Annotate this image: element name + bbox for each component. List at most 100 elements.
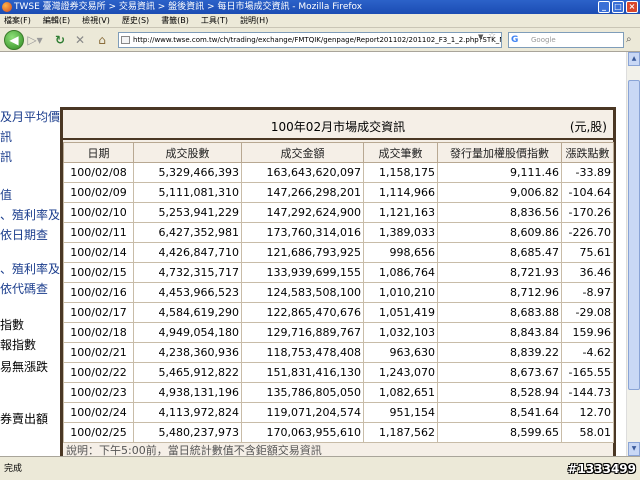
window-title-bar: TWSE 臺灣證券交易所 > 交易資訊 > 盤後資訊 > 每日市場成交資訊 - … xyxy=(0,0,640,14)
bookmark-star-icon[interactable]: ☆ xyxy=(488,31,496,41)
maximize-button[interactable]: □ xyxy=(612,1,624,13)
table-cell: 133,939,699,155 xyxy=(241,262,364,283)
table-cell: -4.62 xyxy=(561,342,614,363)
table-cell: 9,111.46 xyxy=(437,162,562,183)
table-row: 100/02/22 5,465,912,822 151,831,416,130 1,2… xyxy=(63,362,614,383)
status-bar: 完成 xyxy=(0,456,640,480)
page-favicon-icon xyxy=(121,36,130,44)
table-cell: -33.89 xyxy=(561,162,614,183)
search-icon[interactable]: ⌕ xyxy=(626,34,632,45)
table-cell: 159.96 xyxy=(561,322,614,343)
scrollbar-thumb[interactable] xyxy=(628,80,640,390)
table-cell: 118,753,478,408 xyxy=(241,342,364,363)
table-cell: 100/02/17 xyxy=(63,302,134,323)
stop-icon[interactable]: ✕ xyxy=(72,31,88,49)
sidebar-link[interactable]: 、殖利率及 xyxy=(0,206,60,223)
table-cell: 1,389,033 xyxy=(363,222,438,243)
table-cell: 75.61 xyxy=(561,242,614,263)
sidebar-link[interactable]: 報指數 xyxy=(0,336,36,353)
table-row: 100/02/16 4,453,966,523 124,583,508,100 1,0… xyxy=(63,282,614,303)
sidebar-link[interactable]: 訊 xyxy=(0,148,12,165)
sidebar-link[interactable]: 值 xyxy=(0,186,12,203)
reload-icon[interactable]: ↻ xyxy=(52,31,68,49)
table-cell: 100/02/24 xyxy=(63,402,134,423)
sidebar-link[interactable]: 依日期查 xyxy=(0,226,48,243)
url-input[interactable]: http://www.twse.com.tw/ch/trading/exchan… xyxy=(118,32,502,48)
table-cell: 170,063,955,610 xyxy=(241,422,364,443)
sidebar-link[interactable]: 依代碼查 xyxy=(0,280,48,297)
table-row: 100/02/11 6,427,352,981 173,760,314,016 1,3… xyxy=(63,222,614,243)
table-cell: 4,113,972,824 xyxy=(133,402,242,423)
table-cell: -226.70 xyxy=(561,222,614,243)
table-cell: 8,843.84 xyxy=(437,322,562,343)
table-cell: 8,839.22 xyxy=(437,342,562,363)
sidebar-link[interactable]: 、殖利率及 xyxy=(0,260,60,277)
table-cell: 135,786,805,050 xyxy=(241,382,364,403)
table-cell: 1,082,651 xyxy=(363,382,438,403)
table-cell: 8,609.86 xyxy=(437,222,562,243)
menu-file[interactable]: 檔案(F) xyxy=(4,14,31,27)
table-cell: 151,831,416,130 xyxy=(241,362,364,383)
table-cell: 951,154 xyxy=(363,402,438,423)
table-cell: 5,111,081,310 xyxy=(133,182,242,203)
menu-edit[interactable]: 編輯(E) xyxy=(43,14,70,27)
back-button[interactable]: ◀ xyxy=(4,30,24,50)
table-cell: 1,032,103 xyxy=(363,322,438,343)
table-header-row: 日期 成交股數 成交金額 成交筆數 發行量加權股價指數 漲跌點數 xyxy=(63,142,614,163)
table-cell: 8,683.88 xyxy=(437,302,562,323)
url-text: http://www.twse.com.tw/ch/trading/exchan… xyxy=(133,36,501,44)
table-cell: 100/02/21 xyxy=(63,342,134,363)
scroll-down-icon[interactable]: ▼ xyxy=(628,442,640,456)
google-icon: G xyxy=(511,35,519,45)
home-icon[interactable]: ⌂ xyxy=(94,31,110,49)
menu-view[interactable]: 檢視(V) xyxy=(82,14,110,27)
search-input[interactable]: G Google xyxy=(508,32,624,48)
table-cell: 1,010,210 xyxy=(363,282,438,303)
page-content: 及月平均價訊訊值、殖利率及 依日期查 、殖利率及 依代碼查 指數 報指數 易無漲跌 券賣出額 … xyxy=(0,52,626,456)
firefox-icon xyxy=(2,2,12,12)
table-cell: 4,426,847,710 xyxy=(133,242,242,263)
table-cell: 1,158,175 xyxy=(363,162,438,183)
table-cell: 4,949,054,180 xyxy=(133,322,242,343)
url-dropdown-icon[interactable]: ▼ xyxy=(478,33,483,41)
table-cell: 163,643,620,097 xyxy=(241,162,364,183)
menu-history[interactable]: 歷史(S) xyxy=(122,14,149,27)
table-cell: 4,732,315,717 xyxy=(133,262,242,283)
sidebar-link[interactable]: 券賣出額 xyxy=(0,410,48,427)
table-cell: 5,253,941,229 xyxy=(133,202,242,223)
sidebar-link[interactable]: 指數 xyxy=(0,316,24,333)
table-cell: 147,292,624,900 xyxy=(241,202,364,223)
sidebar-link[interactable]: 訊 xyxy=(0,128,12,145)
table-cell: 998,656 xyxy=(363,242,438,263)
table-cell: 5,329,466,393 xyxy=(133,162,242,183)
table-cell: 100/02/25 xyxy=(63,422,134,443)
table-cell: 100/02/23 xyxy=(63,382,134,403)
table-cell: 100/02/09 xyxy=(63,182,134,203)
vertical-scrollbar[interactable]: ▲ ▼ xyxy=(626,52,640,456)
table-cell: 9,006.82 xyxy=(437,182,562,203)
table-row: 100/02/17 4,584,619,290 122,865,470,676 1,0… xyxy=(63,302,614,323)
table-row: 100/02/21 4,238,360,936 118,753,478,408 963… xyxy=(63,342,614,363)
table-cell: 173,760,314,016 xyxy=(241,222,364,243)
table-cell: 58.01 xyxy=(561,422,614,443)
table-row: 100/02/15 4,732,315,717 133,939,699,155 1,0… xyxy=(63,262,614,283)
table-cell: 8,541.64 xyxy=(437,402,562,423)
forward-button[interactable]: ▷▾ xyxy=(24,31,46,49)
column-header: 成交筆數 xyxy=(363,142,438,163)
menu-tools[interactable]: 工具(T) xyxy=(201,14,228,27)
navigation-toolbar: ◀ ▷▾ ↻ ✕ ⌂ http://www.twse.com.tw/ch/tra… xyxy=(0,28,640,52)
table-cell: -144.73 xyxy=(561,382,614,403)
close-button[interactable]: × xyxy=(626,1,638,13)
minimize-button[interactable]: _ xyxy=(598,1,610,13)
menu-help[interactable]: 說明(H) xyxy=(240,14,268,27)
table-cell: -165.55 xyxy=(561,362,614,383)
sidebar-link[interactable]: 及月平均價 xyxy=(0,108,60,125)
menu-bookmarks[interactable]: 書籤(B) xyxy=(161,14,189,27)
scroll-up-icon[interactable]: ▲ xyxy=(628,52,640,66)
table-cell: -170.26 xyxy=(561,202,614,223)
market-summary-table-frame: 100年02月市場成交資訊 (元,股) 日期 成交股數 成交金額 成交筆數 發行量加權股… xyxy=(60,107,616,456)
table-cell: 8,836.56 xyxy=(437,202,562,223)
table-cell: -8.97 xyxy=(561,282,614,303)
sidebar-link[interactable]: 易無漲跌 xyxy=(0,358,48,375)
table-unit: (元,股) xyxy=(569,120,607,134)
